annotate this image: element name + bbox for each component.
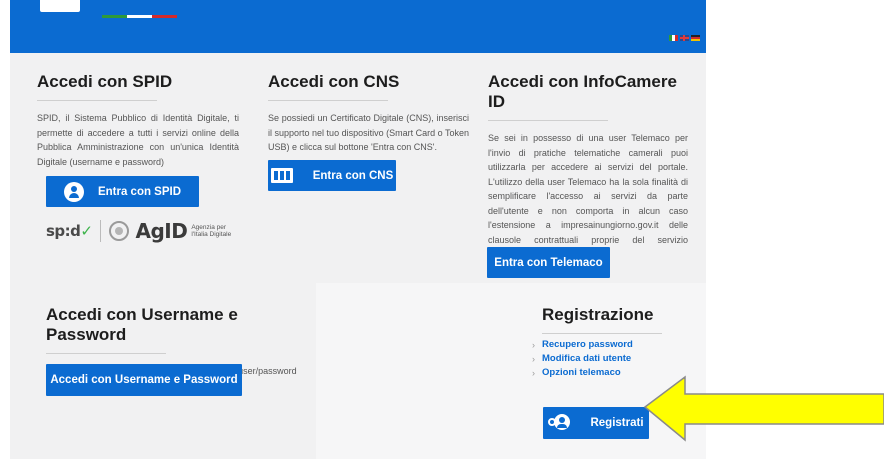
arrow-pointer-icon <box>643 375 884 442</box>
